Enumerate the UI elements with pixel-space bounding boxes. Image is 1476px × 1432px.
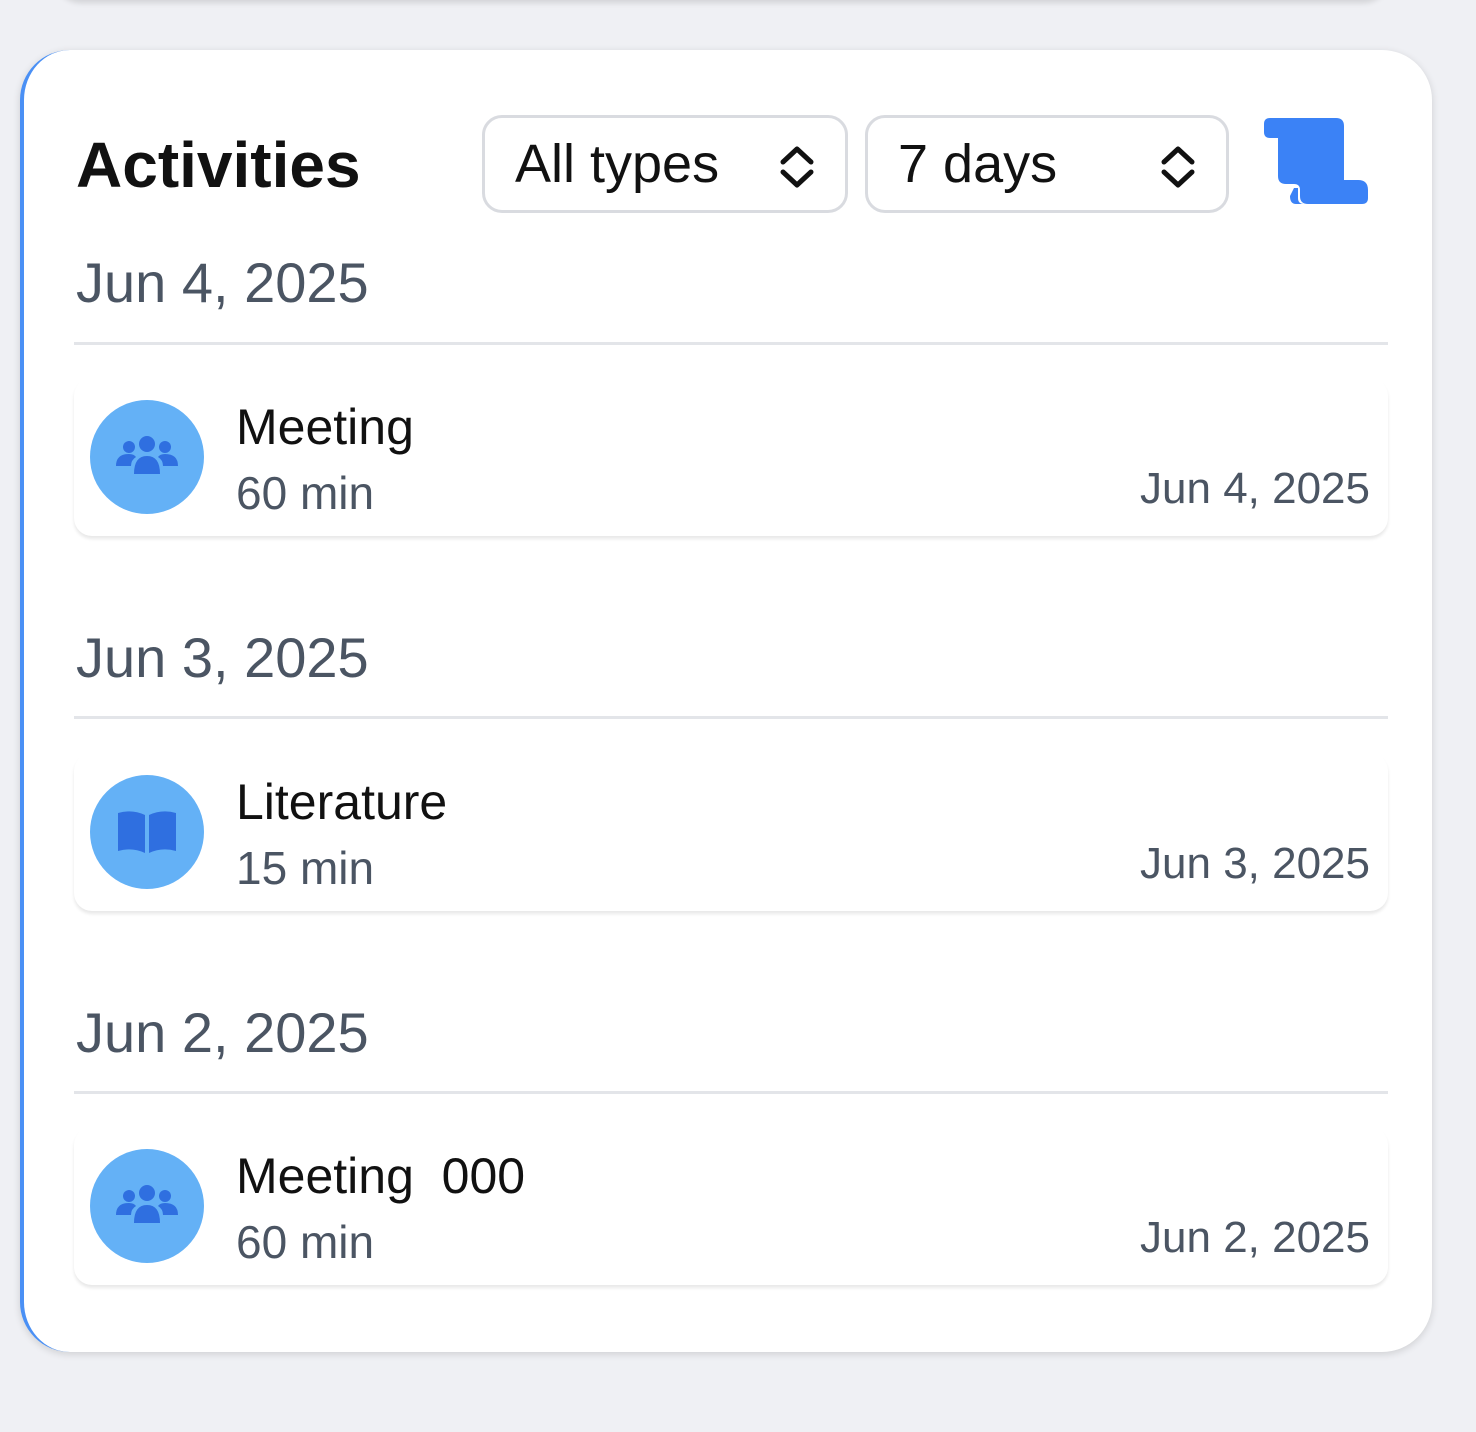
range-filter-select[interactable]: 7 days — [865, 115, 1229, 213]
people-icon — [116, 436, 178, 474]
activities-card: Activities All types 7 days Jun 4, 2025 — [20, 50, 1432, 1352]
activity-duration: 15 min — [236, 842, 375, 894]
activity-date: Jun 4, 2025 — [1140, 464, 1370, 513]
date-group-header: Jun 2, 2025 — [76, 1001, 369, 1064]
activity-avatar — [90, 400, 204, 514]
activity-duration: 60 min — [236, 1216, 375, 1268]
activity-title: Meeting — [236, 399, 414, 455]
activity-title: Literature — [236, 774, 448, 830]
activity-item[interactable]: Meeting 60 min Jun 4, 2025 — [74, 378, 1388, 536]
activity-date: Jun 3, 2025 — [1140, 839, 1370, 888]
date-group-header: Jun 3, 2025 — [76, 626, 369, 689]
divider — [74, 716, 1388, 719]
card-title: Activities — [76, 129, 361, 201]
date-group-header: Jun 4, 2025 — [76, 251, 369, 314]
activity-duration: 60 min — [236, 467, 375, 519]
book-icon — [118, 811, 176, 853]
divider — [74, 342, 1388, 345]
updown-chevron-icon — [1161, 146, 1195, 188]
activity-avatar — [90, 1149, 204, 1263]
divider — [74, 1091, 1388, 1094]
activity-avatar — [90, 775, 204, 889]
activity-item[interactable]: Meeting 000 60 min Jun 2, 2025 — [74, 1127, 1388, 1285]
people-icon — [116, 1185, 178, 1223]
scroll-icon[interactable] — [1260, 118, 1372, 208]
range-filter-value: 7 days — [898, 134, 1058, 194]
type-filter-select[interactable]: All types — [482, 115, 848, 213]
type-filter-value: All types — [515, 134, 720, 194]
updown-chevron-icon — [780, 146, 814, 188]
activity-date: Jun 2, 2025 — [1140, 1213, 1370, 1262]
activity-item[interactable]: Literature 15 min Jun 3, 2025 — [74, 753, 1388, 911]
activity-title: Meeting 000 — [236, 1148, 526, 1204]
